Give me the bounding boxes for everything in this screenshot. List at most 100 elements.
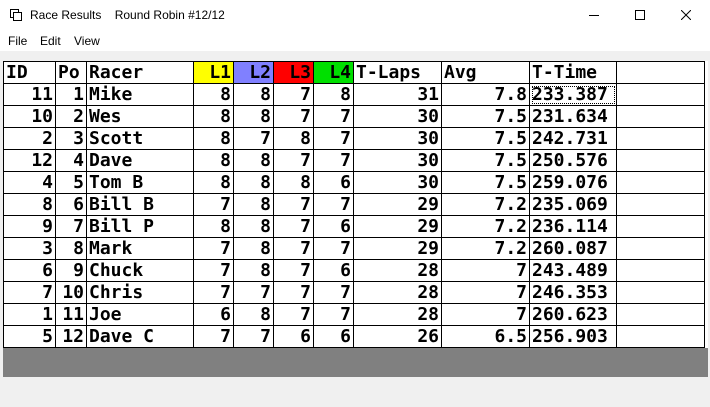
column-header-l1[interactable]: L1 [193,61,234,84]
table-row[interactable]: 3 8 Mark 7 8 7 7 29 7.2 260.087 [3,237,705,260]
cell-pos[interactable]: 9 [55,259,87,282]
cell-l3[interactable]: 7 [273,193,314,216]
cell-extra[interactable] [616,127,705,150]
race-results-table[interactable]: ID Po Racer L1 L2 L3 L4 T-Laps Avg T-Time 11 1 Mike… [3,61,705,348]
cell-pos[interactable]: 1 [55,83,87,106]
cell-l3[interactable]: 7 [273,303,314,326]
cell-l1[interactable]: 8 [193,105,234,128]
cell-tlaps[interactable]: 28 [353,303,442,326]
cell-id[interactable]: 4 [3,171,56,194]
cell-l2[interactable]: 8 [233,149,274,172]
cell-l2[interactable]: 8 [233,105,274,128]
cell-tlaps[interactable]: 29 [353,237,442,260]
table-row[interactable]: 4 5 Tom B 8 8 8 6 30 7.5 259.076 [3,171,705,194]
cell-extra[interactable] [616,193,705,216]
cell-racer[interactable]: Mark [86,237,194,260]
cell-l4[interactable]: 6 [313,259,354,282]
cell-l1[interactable]: 6 [193,303,234,326]
cell-avg[interactable]: 7.2 [441,215,530,238]
cell-avg[interactable]: 6.5 [441,325,530,348]
cell-extra[interactable] [616,237,705,260]
cell-id[interactable]: 3 [3,237,56,260]
cell-l3[interactable]: 7 [273,259,314,282]
cell-l4[interactable]: 7 [313,237,354,260]
cell-extra[interactable] [616,215,705,238]
cell-id[interactable]: 2 [3,127,56,150]
cell-tlaps[interactable]: 31 [353,83,442,106]
cell-extra[interactable] [616,303,705,326]
cell-l3[interactable]: 7 [273,281,314,304]
cell-l4[interactable]: 6 [313,171,354,194]
cell-racer[interactable]: Chris [86,281,194,304]
column-header-racer[interactable]: Racer [86,61,194,84]
cell-l4[interactable]: 7 [313,193,354,216]
column-header-ttime[interactable]: T-Time [529,61,617,84]
menu-file[interactable]: File [8,34,27,48]
cell-id[interactable]: 1 [3,303,56,326]
cell-avg[interactable]: 7.5 [441,149,530,172]
cell-pos[interactable]: 11 [55,303,87,326]
cell-racer[interactable]: Tom B [86,171,194,194]
cell-ttime[interactable]: 256.903 [529,325,617,348]
cell-pos[interactable]: 2 [55,105,87,128]
cell-l1[interactable]: 8 [193,171,234,194]
cell-l4[interactable]: 7 [313,149,354,172]
table-row[interactable]: 2 3 Scott 8 7 8 7 30 7.5 242.731 [3,127,705,150]
cell-l3[interactable]: 6 [273,325,314,348]
cell-l2[interactable]: 8 [233,83,274,106]
cell-racer[interactable]: Dave C [86,325,194,348]
cell-tlaps[interactable]: 28 [353,259,442,282]
cell-pos[interactable]: 10 [55,281,87,304]
cell-tlaps[interactable]: 30 [353,149,442,172]
cell-id[interactable]: 7 [3,281,56,304]
cell-l4[interactable]: 8 [313,83,354,106]
cell-l3[interactable]: 7 [273,237,314,260]
cell-pos[interactable]: 6 [55,193,87,216]
cell-l3[interactable]: 7 [273,105,314,128]
cell-racer[interactable]: Bill P [86,215,194,238]
cell-l3[interactable]: 7 [273,83,314,106]
cell-racer[interactable]: Bill B [86,193,194,216]
cell-extra[interactable] [616,259,705,282]
cell-tlaps[interactable]: 30 [353,105,442,128]
cell-racer[interactable]: Joe [86,303,194,326]
cell-l1[interactable]: 7 [193,281,234,304]
cell-l4[interactable]: 7 [313,281,354,304]
cell-l2[interactable]: 7 [233,281,274,304]
cell-l1[interactable]: 7 [193,259,234,282]
cell-l4[interactable]: 6 [313,215,354,238]
cell-tlaps[interactable]: 30 [353,171,442,194]
cell-racer[interactable]: Chuck [86,259,194,282]
table-row[interactable]: 12 4 Dave 8 8 7 7 30 7.5 250.576 [3,149,705,172]
column-header-pos[interactable]: Po [55,61,87,84]
close-button[interactable] [663,0,709,31]
cell-id[interactable]: 9 [3,215,56,238]
cell-l2[interactable]: 8 [233,215,274,238]
cell-ttime[interactable]: 260.623 [529,303,617,326]
cell-l1[interactable]: 7 [193,325,234,348]
cell-extra[interactable] [616,149,705,172]
column-header-avg[interactable]: Avg [441,61,530,84]
cell-avg[interactable]: 7 [441,259,530,282]
cell-id[interactable]: 12 [3,149,56,172]
cell-l4[interactable]: 7 [313,105,354,128]
cell-l1[interactable]: 7 [193,193,234,216]
cell-ttime[interactable]: 250.576 [529,149,617,172]
cell-avg[interactable]: 7.5 [441,105,530,128]
cell-avg[interactable]: 7.8 [441,83,530,106]
cell-avg[interactable]: 7 [441,303,530,326]
menu-edit[interactable]: Edit [40,34,61,48]
cell-id[interactable]: 6 [3,259,56,282]
column-header-extra[interactable] [616,61,705,84]
cell-l2[interactable]: 8 [233,193,274,216]
cell-ttime[interactable]: 260.087 [529,237,617,260]
cell-extra[interactable] [616,281,705,304]
cell-tlaps[interactable]: 29 [353,215,442,238]
table-row[interactable]: 6 9 Chuck 7 8 7 6 28 7 243.489 [3,259,705,282]
cell-l2[interactable]: 8 [233,171,274,194]
cell-avg[interactable]: 7.2 [441,193,530,216]
table-row[interactable]: 8 6 Bill B 7 8 7 7 29 7.2 235.069 [3,193,705,216]
table-row[interactable]: 9 7 Bill P 8 8 7 6 29 7.2 236.114 [3,215,705,238]
cell-l3[interactable]: 8 [273,171,314,194]
cell-l1[interactable]: 8 [193,149,234,172]
